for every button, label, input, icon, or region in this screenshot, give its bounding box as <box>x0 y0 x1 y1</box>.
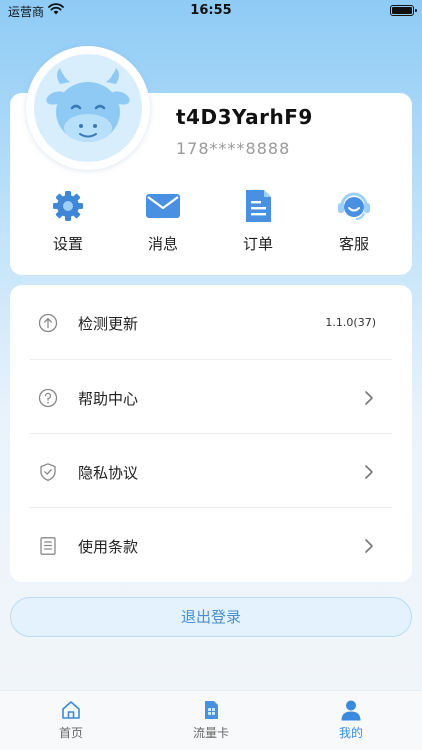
tab-bar: 首页 流量卡 我的 <box>0 690 422 750</box>
headset-icon <box>338 192 370 220</box>
tab-home[interactable]: 首页 <box>31 699 111 741</box>
check-update-label: 检测更新 <box>78 315 139 333</box>
help-center-row[interactable]: 帮助中心 <box>30 360 392 434</box>
envelope-icon <box>146 194 180 218</box>
orders-button[interactable]: 订单 <box>218 188 298 254</box>
customer-service-button[interactable]: 客服 <box>314 188 394 254</box>
person-icon <box>341 700 361 721</box>
status-time: 16:55 <box>190 3 232 18</box>
terms-of-use-row[interactable]: 使用条款 <box>30 508 392 582</box>
help-center-label: 帮助中心 <box>78 390 139 408</box>
document-list-icon <box>40 537 56 555</box>
sim-card-icon <box>205 701 218 719</box>
tab-home-label: 首页 <box>58 726 83 740</box>
document-icon <box>246 190 271 222</box>
gear-icon <box>53 191 83 221</box>
avatar[interactable] <box>26 46 150 170</box>
settings-button[interactable]: 设置 <box>28 188 108 254</box>
status-bar: 运营商 16:55 <box>0 0 422 24</box>
messages-label: 消息 <box>147 235 178 253</box>
menu-card: 检测更新 1.1.0(37) 帮助中心 隐私协议 使用条款 <box>10 285 412 582</box>
cow-avatar-icon <box>34 54 142 162</box>
chevron-right-icon <box>365 391 373 405</box>
customer-service-label: 客服 <box>338 235 369 253</box>
messages-button[interactable]: 消息 <box>123 188 203 254</box>
battery-icon <box>390 5 417 16</box>
orders-label: 订单 <box>242 235 273 253</box>
chevron-right-icon <box>365 539 373 553</box>
question-circle-icon <box>38 388 58 408</box>
check-update-row[interactable]: 检测更新 1.1.0(37) <box>30 285 392 359</box>
settings-label: 设置 <box>52 235 83 253</box>
logout-button[interactable]: 退出登录 <box>10 597 412 637</box>
tab-mine[interactable]: 我的 <box>311 699 391 741</box>
shield-check-icon <box>40 463 56 482</box>
privacy-policy-label: 隐私协议 <box>78 464 139 482</box>
version-value: 1.1.0(37) <box>325 316 376 329</box>
tab-mine-label: 我的 <box>338 726 363 740</box>
phone-number: 178****8888 <box>176 139 291 158</box>
chevron-right-icon <box>365 465 373 479</box>
tab-data-card[interactable]: 流量卡 <box>171 699 251 741</box>
arrow-up-circle-icon <box>38 313 58 333</box>
home-icon <box>62 701 80 719</box>
privacy-policy-row[interactable]: 隐私协议 <box>30 434 392 508</box>
tab-data-card-label: 流量卡 <box>192 726 229 740</box>
username: t4D3YarhF9 <box>176 105 313 129</box>
terms-of-use-label: 使用条款 <box>78 538 139 556</box>
